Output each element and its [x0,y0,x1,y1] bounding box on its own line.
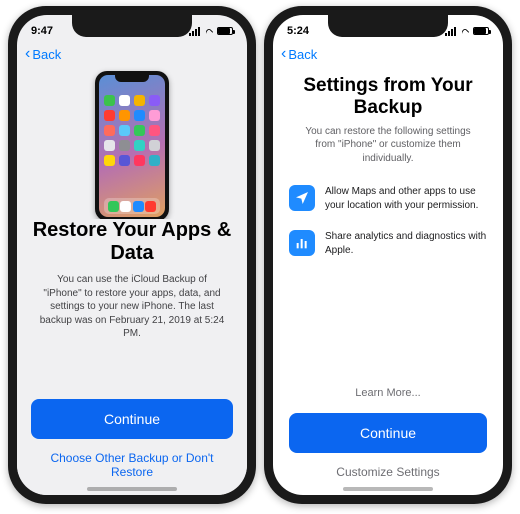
device-preview [17,69,247,227]
chevron-left-icon: ‹ [281,46,286,62]
settings-backup-content: Settings from Your Backup You can restor… [273,75,503,257]
customize-settings-link[interactable]: Customize Settings [289,453,487,481]
choose-other-backup-link[interactable]: Choose Other Backup or Don't Restore [31,439,233,481]
screen-restore: 9:47 ‹ Back Restore Your A [17,15,247,495]
back-label: Back [288,47,317,62]
wifi-icon [459,27,470,35]
settings-options: Allow Maps and other apps to use your lo… [289,185,487,257]
option-location: Allow Maps and other apps to use your lo… [289,185,487,212]
status-time: 5:24 [287,25,309,37]
iphone-frame-settings-backup: 5:24 ‹ Back Settings from Your Backup Yo… [264,6,512,504]
bar-chart-icon [289,230,315,256]
home-indicator [87,487,177,491]
back-button[interactable]: ‹ Back [25,46,61,62]
back-label: Back [32,47,61,62]
screen-settings-backup: 5:24 ‹ Back Settings from Your Backup Yo… [273,15,503,495]
status-indicators [445,27,489,36]
location-arrow-icon [289,185,315,211]
notch [328,15,448,37]
home-indicator [343,487,433,491]
restore-content: Restore Your Apps & Data You can use the… [17,219,247,495]
page-title: Restore Your Apps & Data [31,219,233,265]
wifi-icon [203,27,214,35]
mini-iphone [95,71,169,221]
option-location-text: Allow Maps and other apps to use your lo… [325,185,487,212]
page-description: You can use the iCloud Backup of "iPhone… [31,273,233,341]
continue-button[interactable]: Continue [289,413,487,453]
status-time: 9:47 [31,25,53,37]
battery-icon [473,27,489,35]
continue-button[interactable]: Continue [31,399,233,439]
back-button[interactable]: ‹ Back [281,46,317,62]
iphone-frame-restore: 9:47 ‹ Back Restore Your A [8,6,256,504]
chevron-left-icon: ‹ [25,46,30,62]
battery-icon [217,27,233,35]
notch [72,15,192,37]
page-description: You can restore the following settings f… [289,125,487,166]
status-indicators [189,27,233,36]
option-analytics-text: Share analytics and diagnostics with App… [325,230,487,257]
option-analytics: Share analytics and diagnostics with App… [289,230,487,257]
learn-more-link[interactable]: Learn More... [289,387,487,399]
page-title: Settings from Your Backup [289,75,487,119]
